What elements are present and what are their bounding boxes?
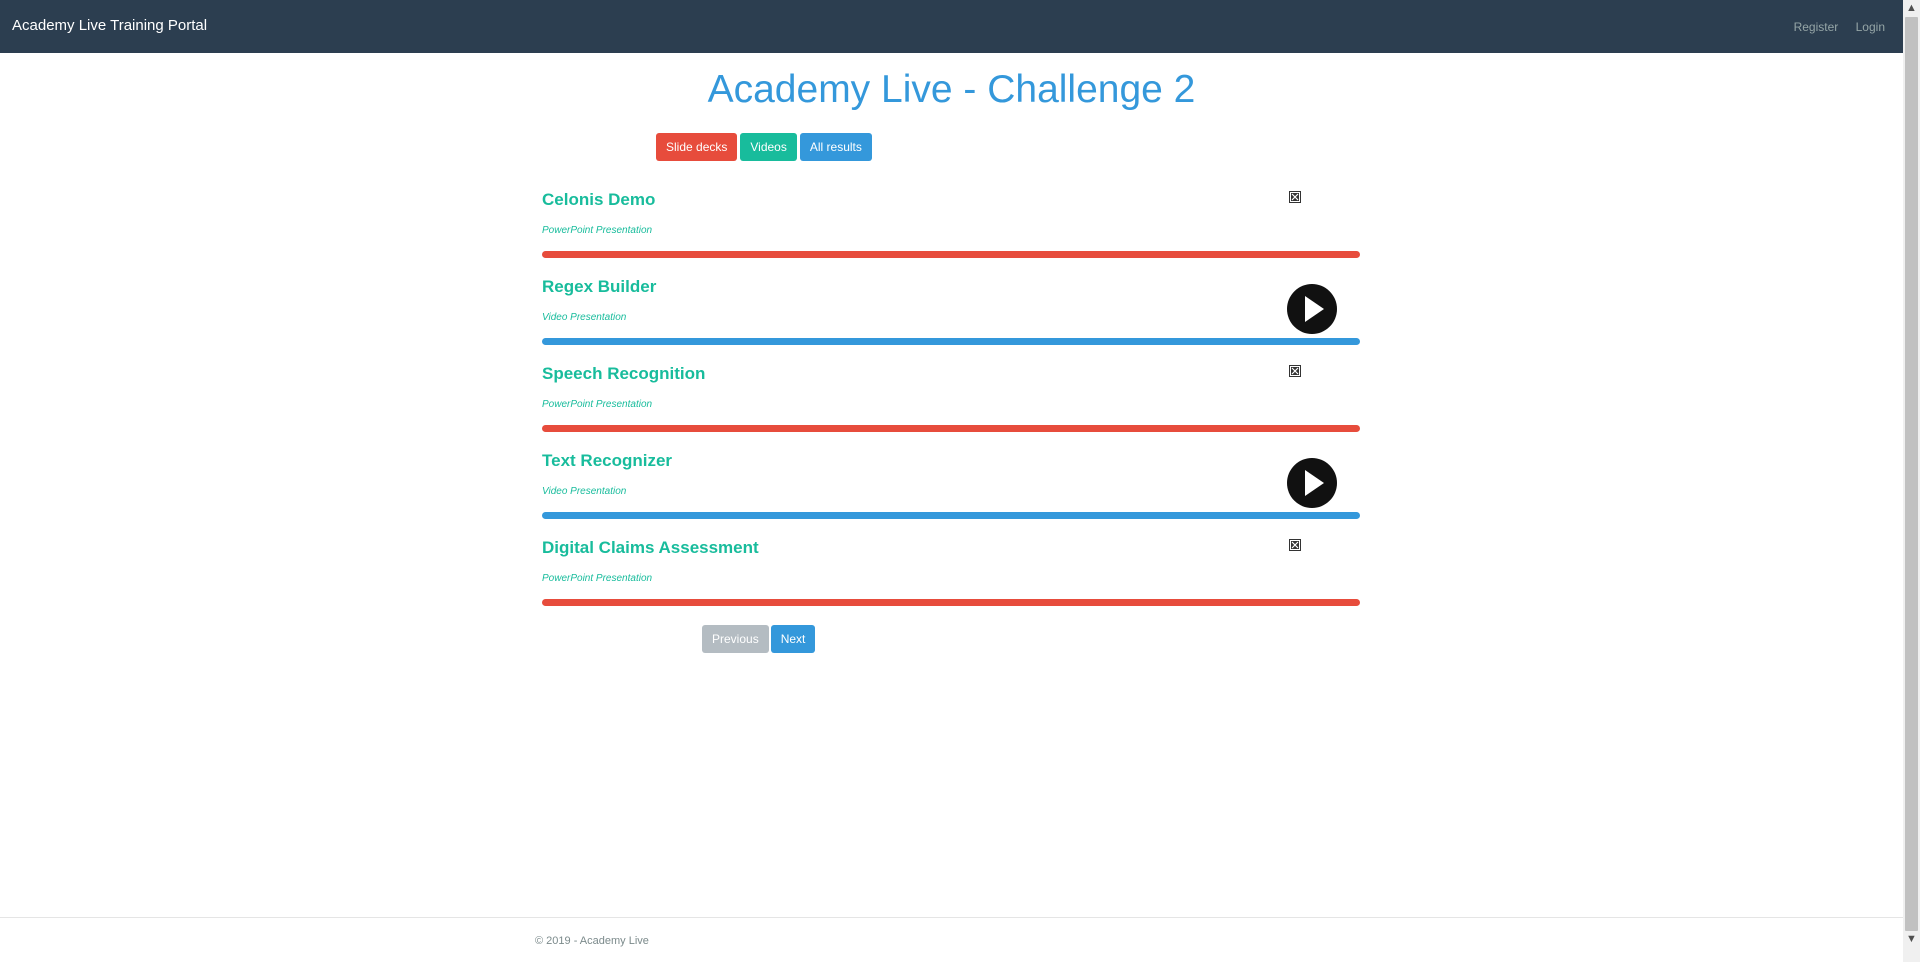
list-item: Regex Builder Video Presentation xyxy=(542,267,1360,354)
results-list: Celonis Demo PowerPoint Presentation Reg… xyxy=(542,180,1360,615)
item-type-label: PowerPoint Presentation xyxy=(542,225,653,236)
register-link[interactable]: Register xyxy=(1794,20,1839,34)
list-item: Celonis Demo PowerPoint Presentation xyxy=(542,180,1360,267)
item-separator-bar xyxy=(542,338,1360,345)
pagination: Previous Next xyxy=(702,625,816,653)
item-type-label: Video Presentation xyxy=(542,312,627,323)
item-separator-bar xyxy=(542,599,1360,606)
footer-copyright: © 2019 - Academy Live xyxy=(535,935,649,947)
item-type-label: PowerPoint Presentation xyxy=(542,573,653,584)
item-title-link[interactable]: Regex Builder xyxy=(542,277,656,297)
play-icon[interactable] xyxy=(1286,457,1338,509)
item-separator-bar xyxy=(542,512,1360,519)
item-type-label: Video Presentation xyxy=(542,486,627,497)
broken-image-icon[interactable] xyxy=(1289,365,1301,377)
scroll-up-arrow-icon[interactable]: ▲ xyxy=(1903,0,1920,17)
previous-button[interactable]: Previous xyxy=(702,625,769,653)
item-title-link[interactable]: Digital Claims Assessment xyxy=(542,538,759,558)
item-title-link[interactable]: Text Recognizer xyxy=(542,451,672,471)
nav-links: Register Login xyxy=(1780,20,1885,34)
vertical-scrollbar[interactable]: ▲ ▼ xyxy=(1903,0,1920,962)
broken-image-icon[interactable] xyxy=(1289,539,1301,551)
next-button[interactable]: Next xyxy=(770,625,816,653)
broken-image-icon[interactable] xyxy=(1289,191,1301,203)
item-separator-bar xyxy=(542,425,1360,432)
scroll-down-arrow-icon[interactable]: ▼ xyxy=(1903,931,1920,948)
filter-buttons: Slide decks Videos All results xyxy=(656,133,872,161)
footer-divider xyxy=(0,917,1903,918)
all-results-button[interactable]: All results xyxy=(799,133,872,161)
scrollbar-thumb[interactable] xyxy=(1905,17,1918,931)
page-title: Academy Live - Challenge 2 xyxy=(707,68,1196,111)
play-icon[interactable] xyxy=(1286,283,1338,335)
list-item: Text Recognizer Video Presentation xyxy=(542,441,1360,528)
list-item: Digital Claims Assessment PowerPoint Pre… xyxy=(542,528,1360,615)
slide-decks-button[interactable]: Slide decks xyxy=(656,133,738,161)
list-item: Speech Recognition PowerPoint Presentati… xyxy=(542,354,1360,441)
item-title-link[interactable]: Speech Recognition xyxy=(542,364,705,384)
item-title-link[interactable]: Celonis Demo xyxy=(542,190,655,210)
item-separator-bar xyxy=(542,251,1360,258)
brand-link[interactable]: Academy Live Training Portal xyxy=(12,17,207,34)
item-type-label: PowerPoint Presentation xyxy=(542,399,653,410)
top-navbar: Academy Live Training Portal Register Lo… xyxy=(0,0,1903,53)
login-link[interactable]: Login xyxy=(1856,20,1885,34)
videos-button[interactable]: Videos xyxy=(740,133,797,161)
